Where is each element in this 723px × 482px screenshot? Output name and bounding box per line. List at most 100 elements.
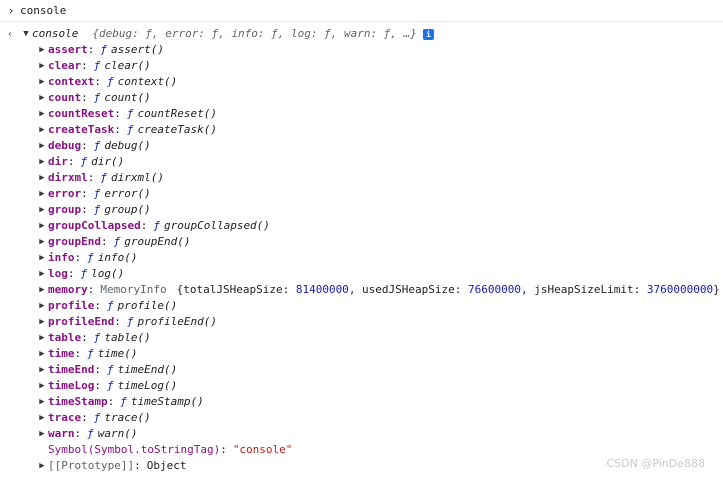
prototype-key: [[Prototype]]	[48, 459, 135, 472]
total-heap-label: totalJSHeapSize:	[183, 283, 296, 296]
function-icon: ƒ	[153, 219, 160, 232]
property-key: log	[48, 267, 68, 280]
result-header[interactable]: ‹ ▼ console {debug: ƒ, error: ƒ, info: ƒ…	[0, 26, 723, 42]
expand-triangle-right-icon[interactable]: ▶	[36, 74, 48, 90]
expand-triangle-right-icon[interactable]: ▶	[36, 154, 48, 170]
expand-triangle-right-icon[interactable]: ▶	[36, 314, 48, 330]
property-colon: :	[134, 459, 141, 472]
property-row[interactable]: ▶ info: ƒ info()	[36, 250, 723, 266]
brace-close: }	[713, 283, 720, 296]
property-colon: :	[87, 283, 95, 296]
expand-triangle-right-icon[interactable]: ▶	[36, 394, 48, 410]
function-signature: dirxml()	[111, 171, 164, 184]
function-signature: trace()	[104, 411, 151, 424]
function-icon: ƒ	[100, 43, 107, 56]
property-key: debug	[48, 139, 82, 152]
expand-triangle-right-icon[interactable]: ▶	[36, 378, 48, 394]
property-row[interactable]: ▶ dir: ƒ dir()	[36, 154, 723, 170]
property-key: dir	[48, 155, 68, 168]
property-row[interactable]: ▶ context: ƒ context()	[36, 74, 723, 90]
object-properties: ▶ assert: ƒ assert() ▶ clear: ƒ clear() ▶ context…	[0, 42, 723, 474]
property-row[interactable]: ▶ assert: ƒ assert()	[36, 42, 723, 58]
property-row[interactable]: ▶ debug: ƒ debug()	[36, 138, 723, 154]
expand-triangle-right-icon[interactable]: ▶	[36, 138, 48, 154]
expand-triangle-down-icon[interactable]: ▼	[20, 26, 32, 42]
expand-triangle-right-icon[interactable]: ▶	[36, 458, 48, 474]
property-colon: :	[87, 43, 95, 56]
function-signature: group()	[104, 203, 151, 216]
expand-triangle-right-icon[interactable]: ▶	[36, 266, 48, 282]
property-colon: :	[107, 395, 115, 408]
function-signature: count()	[104, 91, 151, 104]
property-colon: :	[81, 91, 88, 104]
property-row[interactable]: ▶ trace: ƒ trace()	[36, 410, 723, 426]
property-row[interactable]: ▶ profile: ƒ profile()	[36, 298, 723, 314]
property-colon: :	[94, 299, 101, 312]
expand-triangle-right-icon[interactable]: ▶	[36, 362, 48, 378]
function-signature: timeEnd()	[117, 363, 178, 376]
property-colon: :	[74, 427, 82, 440]
function-signature: error()	[104, 187, 151, 200]
expand-triangle-right-icon[interactable]: ▶	[36, 186, 48, 202]
memory-preview: {totalJSHeapSize: 81400000, usedJSHeapSi…	[177, 282, 720, 298]
property-colon: :	[74, 347, 82, 360]
expand-triangle-right-icon[interactable]: ▶	[36, 426, 48, 442]
function-icon: ƒ	[120, 395, 127, 408]
expand-triangle-right-icon[interactable]: ▶	[36, 122, 48, 138]
property-key: error	[48, 187, 82, 200]
expand-triangle-right-icon[interactable]: ▶	[36, 202, 48, 218]
property-row[interactable]: ▶ timeEnd: ƒ timeEnd()	[36, 362, 723, 378]
property-row[interactable]: ▶ timeStamp: ƒ timeStamp()	[36, 394, 723, 410]
function-icon: ƒ	[87, 347, 94, 360]
expand-triangle-right-icon[interactable]: ▶	[36, 42, 48, 58]
property-row[interactable]: ▶ clear: ƒ clear()	[36, 58, 723, 74]
property-row[interactable]: ▶ timeLog: ƒ timeLog()	[36, 378, 723, 394]
function-icon: ƒ	[126, 315, 134, 328]
property-row[interactable]: ▶ log: ƒ log()	[36, 266, 723, 282]
expand-triangle-right-icon[interactable]: ▶	[36, 250, 48, 266]
property-key: memory	[48, 283, 88, 296]
property-row[interactable]: ▶ table: ƒ table()	[36, 330, 723, 346]
function-signature: groupEnd()	[124, 235, 191, 248]
info-icon[interactable]: i	[422, 28, 434, 40]
property-row[interactable]: ▶ groupCollapsed: ƒ groupCollapsed()	[36, 218, 723, 234]
expand-triangle-right-icon[interactable]: ▶	[36, 58, 48, 74]
expand-triangle-right-icon[interactable]: ▶	[36, 234, 48, 250]
property-row[interactable]: ▶ dirxml: ƒ dirxml()	[36, 170, 723, 186]
expand-triangle-right-icon[interactable]: ▶	[36, 346, 48, 362]
property-row-symbol: Symbol(Symbol.toStringTag): "console"	[36, 442, 723, 458]
property-row[interactable]: ▶ count: ƒ count()	[36, 90, 723, 106]
property-row[interactable]: ▶ countReset: ƒ countReset()	[36, 106, 723, 122]
expand-triangle-right-icon[interactable]: ▶	[36, 170, 48, 186]
expand-triangle-right-icon[interactable]: ▶	[36, 410, 48, 426]
property-colon: :	[114, 315, 121, 328]
function-icon: ƒ	[87, 251, 94, 264]
property-row[interactable]: ▶ error: ƒ error()	[36, 186, 723, 202]
property-key: timeEnd	[48, 363, 95, 376]
expand-triangle-right-icon[interactable]: ▶	[36, 282, 48, 298]
property-row[interactable]: ▶ groupEnd: ƒ groupEnd()	[36, 234, 723, 250]
function-signature: timeLog()	[117, 379, 178, 392]
property-row[interactable]: ▶ createTask: ƒ createTask()	[36, 122, 723, 138]
symbol-key: Symbol(Symbol.toStringTag)	[48, 443, 221, 456]
property-colon: :	[81, 139, 88, 152]
property-colon: :	[74, 251, 82, 264]
property-colon: :	[94, 379, 101, 392]
memory-class-name: MemoryInfo	[100, 283, 167, 296]
expand-triangle-right-icon[interactable]: ▶	[36, 90, 48, 106]
property-row-memory[interactable]: ▶ memory: MemoryInfo {totalJSHeapSize: 8140…	[36, 282, 723, 298]
console-input-line[interactable]: › console	[0, 0, 723, 22]
expand-triangle-right-icon[interactable]: ▶	[36, 106, 48, 122]
property-row[interactable]: ▶ profileEnd: ƒ profileEnd()	[36, 314, 723, 330]
property-row[interactable]: ▶ warn: ƒ warn()	[36, 426, 723, 442]
expand-triangle-right-icon[interactable]: ▶	[36, 330, 48, 346]
property-row[interactable]: ▶ time: ƒ time()	[36, 346, 723, 362]
function-icon: ƒ	[113, 235, 121, 248]
function-icon: ƒ	[93, 203, 101, 216]
object-preview: {debug: ƒ, error: ƒ, info: ƒ, log: ƒ, wa…	[92, 27, 417, 40]
property-row[interactable]: ▶ group: ƒ group()	[36, 202, 723, 218]
expand-triangle-right-icon[interactable]: ▶	[36, 298, 48, 314]
property-key: context	[48, 75, 95, 88]
expand-triangle-right-icon[interactable]: ▶	[36, 218, 48, 234]
property-key: clear	[48, 59, 82, 72]
